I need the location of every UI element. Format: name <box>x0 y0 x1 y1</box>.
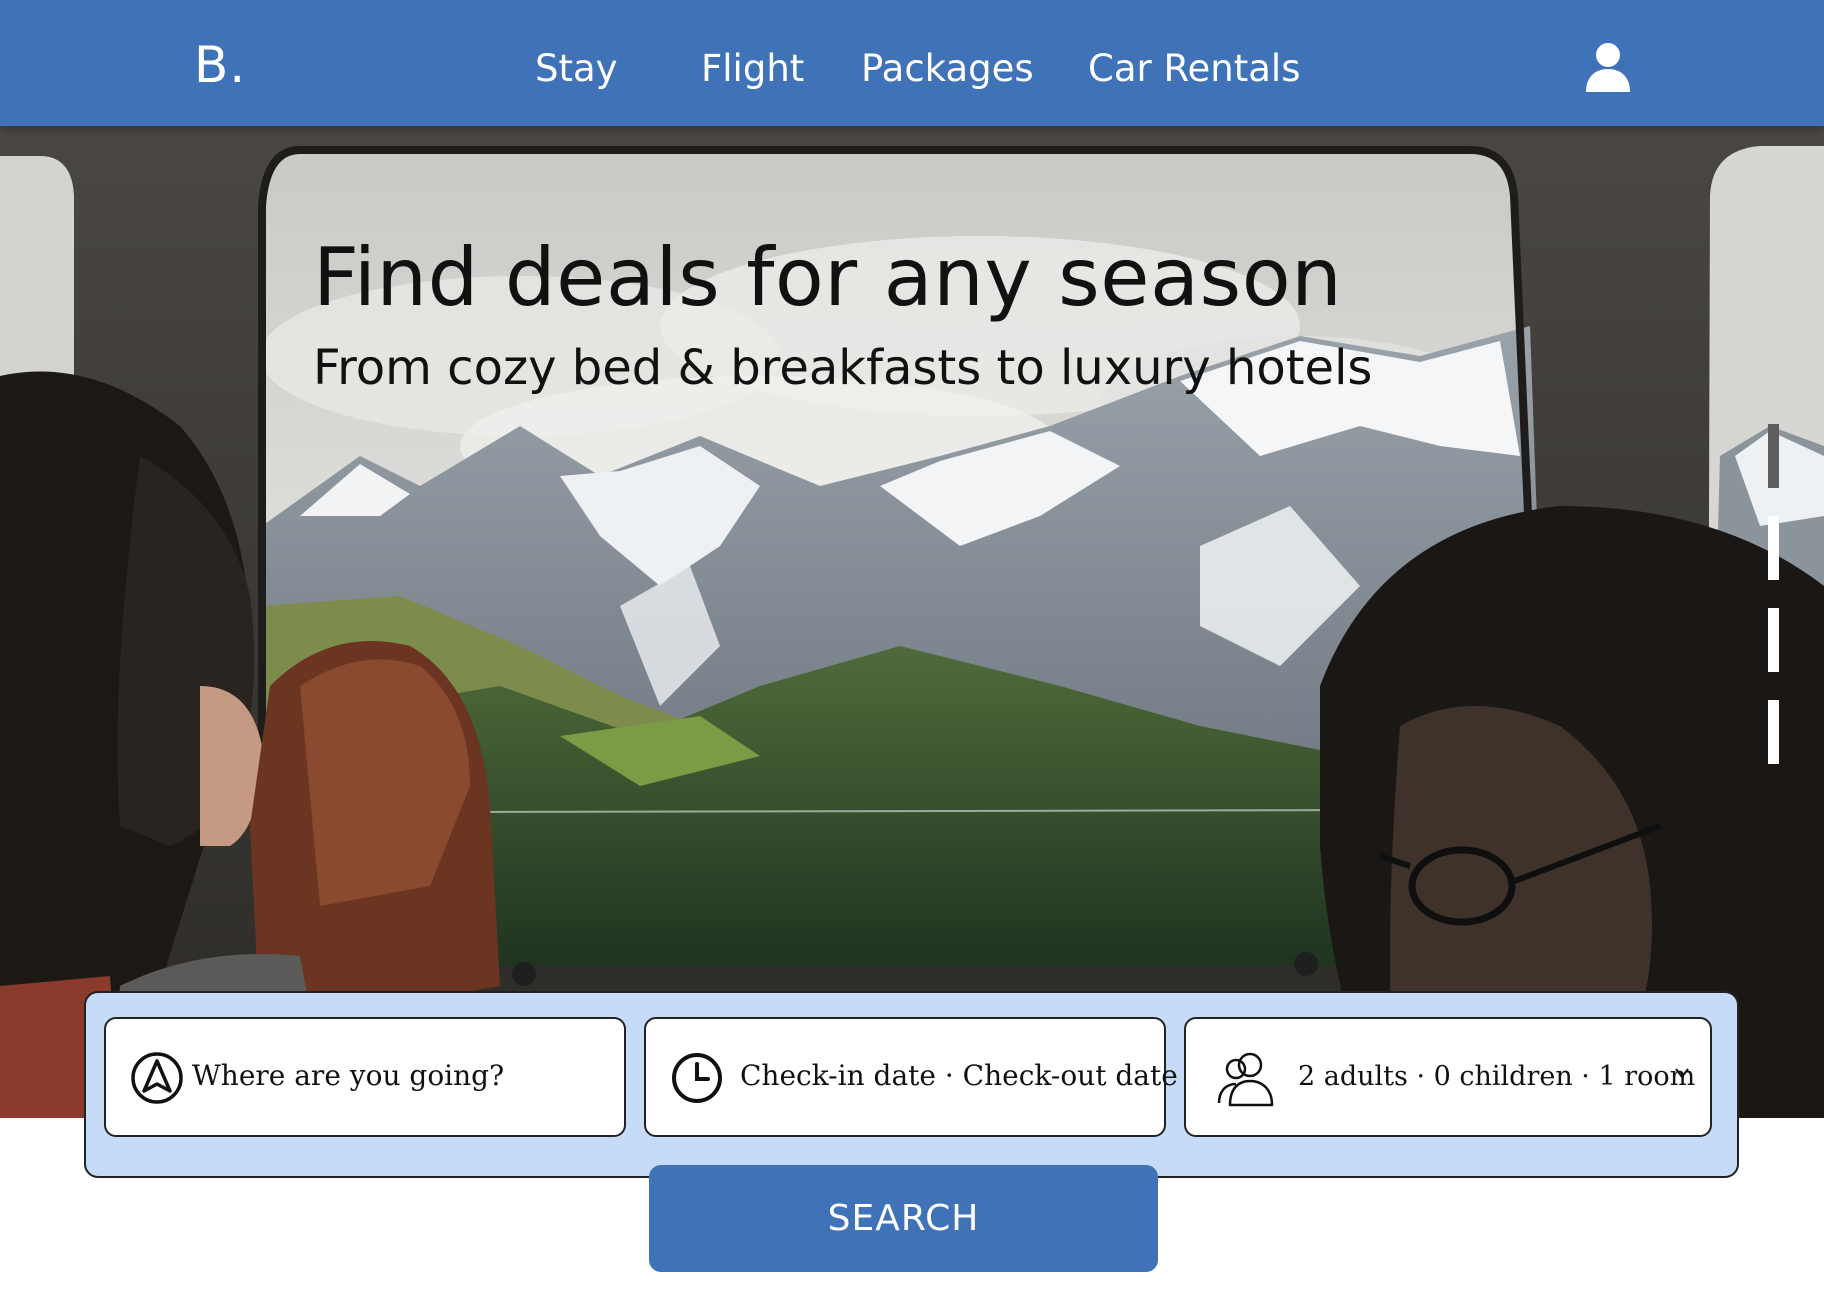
slide-indicator-4[interactable] <box>1768 700 1779 764</box>
hero-banner: Find deals for any season From cozy bed … <box>0 126 1824 1118</box>
nav-flight[interactable]: Flight <box>701 50 804 87</box>
destination-placeholder: Where are you going? <box>192 1059 505 1092</box>
slide-indicator-3[interactable] <box>1768 608 1779 672</box>
guests-text: 2 adults · 0 children · 1 room <box>1298 1061 1696 1092</box>
chevron-down-icon[interactable] <box>1674 1065 1690 1081</box>
slide-indicator-1[interactable] <box>1768 424 1779 488</box>
slide-indicators <box>1768 424 1782 764</box>
navigation-arrow-icon <box>131 1052 183 1104</box>
guests-field[interactable]: 2 adults · 0 children · 1 room <box>1184 1017 1712 1137</box>
slide-indicator-2[interactable] <box>1768 516 1779 580</box>
hero-subtitle: From cozy bed & breakfasts to luxury hot… <box>313 340 1373 396</box>
dates-field[interactable]: Check-in date · Check-out date <box>644 1017 1178 1137</box>
people-icon <box>1217 1052 1274 1107</box>
search-panel: Where are you going? Check-in date · Che… <box>84 991 1739 1178</box>
brand-logo[interactable]: B. <box>194 40 246 90</box>
destination-field[interactable]: Where are you going? <box>104 1017 626 1137</box>
search-button[interactable]: SEARCH <box>649 1165 1158 1272</box>
user-icon[interactable] <box>1584 42 1632 92</box>
top-navigation-bar: B. Stay Flight Packages Car Rentals <box>0 0 1824 126</box>
nav-car-rentals[interactable]: Car Rentals <box>1088 50 1300 87</box>
hero-title: Find deals for any season <box>313 231 1343 324</box>
nav-stay[interactable]: Stay <box>535 50 618 87</box>
nav-packages[interactable]: Packages <box>861 50 1034 87</box>
clock-icon <box>672 1053 722 1103</box>
dates-text: Check-in date · Check-out date <box>740 1059 1178 1092</box>
